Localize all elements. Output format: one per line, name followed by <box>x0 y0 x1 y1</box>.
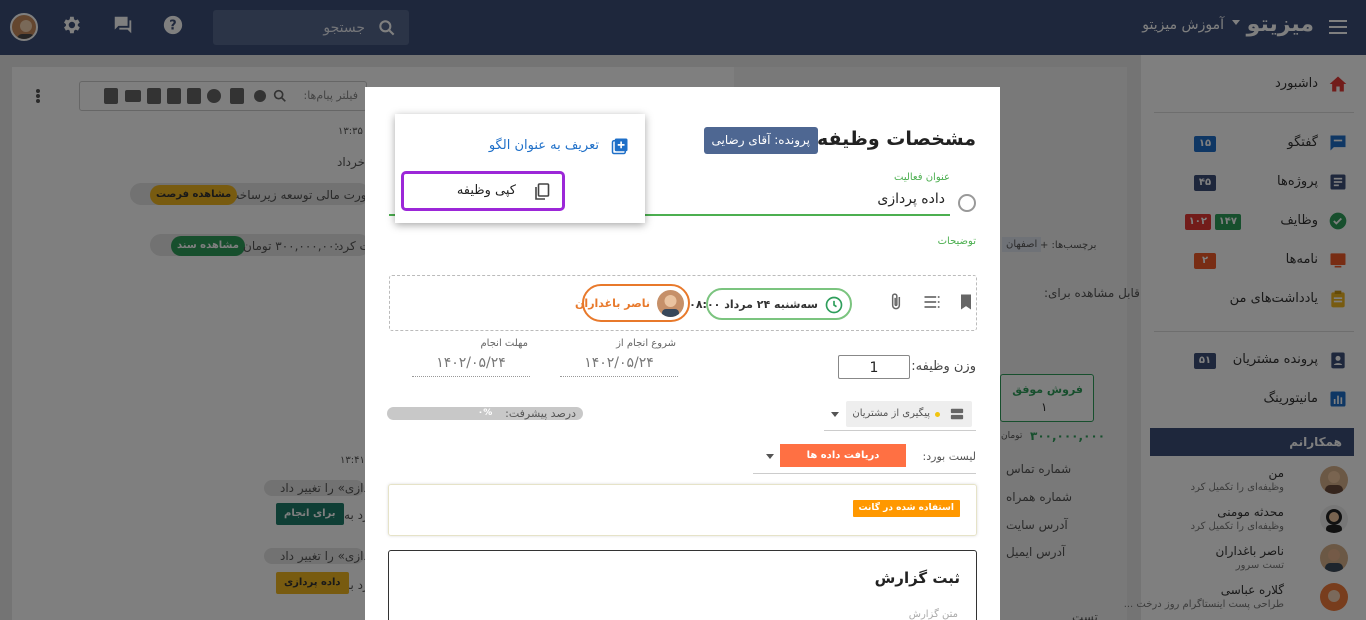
chevron-down-icon[interactable] <box>831 412 839 417</box>
start-date-field[interactable]: شروع انجام از ۱۴۰۲/۰۵/۲۴ <box>560 338 678 377</box>
progress-label: درصد پیشرفت: <box>505 407 576 420</box>
deadline-date-field[interactable]: مهلت انجام ۱۴۰۲/۰۵/۲۴ <box>412 338 530 377</box>
bookmark-icon[interactable] <box>956 292 976 312</box>
report-section: ثبت گزارش متن گزارش <box>388 550 977 620</box>
copy-icon <box>535 183 550 200</box>
chevron-down-icon[interactable] <box>766 454 774 459</box>
attachment-icon[interactable] <box>886 292 906 312</box>
board-list-select[interactable]: دریافت داده ها <box>780 444 906 467</box>
file-badge[interactable]: پرونده: آقای رضایی <box>703 127 818 154</box>
checklist-icon[interactable] <box>922 292 942 312</box>
menu-item-copy-task[interactable]: کپی وظیفه <box>401 171 565 211</box>
menu-item-define-template[interactable]: تعریف به عنوان الگو <box>459 136 629 156</box>
description-label[interactable]: توضیحات <box>938 236 976 247</box>
board-underline <box>753 473 976 474</box>
activity-title-input[interactable]: داده پردازی <box>877 191 945 207</box>
status-dot <box>935 412 940 417</box>
report-text-input[interactable]: متن گزارش <box>909 609 958 620</box>
gantt-badge[interactable]: استفاده شده در گانت <box>852 500 960 517</box>
pipeline-select[interactable]: پیگیری از مشتریان <box>846 401 972 427</box>
weight-label: وزن وظیفه: <box>911 359 976 374</box>
board-list-label: لیست بورد: <box>922 450 976 463</box>
complete-task-radio[interactable] <box>958 194 976 212</box>
deadline-chip[interactable]: سه‌شنبه ۲۴ مرداد ۰۸:۰۰ <box>689 288 852 320</box>
weight-input[interactable]: 1 <box>838 355 910 379</box>
add-box-icon <box>611 138 628 155</box>
gantt-section: استفاده شده در گانت <box>388 484 977 536</box>
pipeline-underline <box>824 430 976 431</box>
server-icon <box>950 408 964 420</box>
clock-icon <box>825 296 843 314</box>
activity-title-label: عنوان فعالیت <box>894 172 950 183</box>
modal-title: مشخصات وظیفه <box>816 128 976 150</box>
report-title: ثبت گزارش <box>874 569 960 587</box>
avatar <box>657 290 684 317</box>
task-owner-chip[interactable]: ناصر باغداران <box>575 284 690 322</box>
task-actions-menu: تعریف به عنوان الگو کپی وظیفه <box>395 114 645 223</box>
